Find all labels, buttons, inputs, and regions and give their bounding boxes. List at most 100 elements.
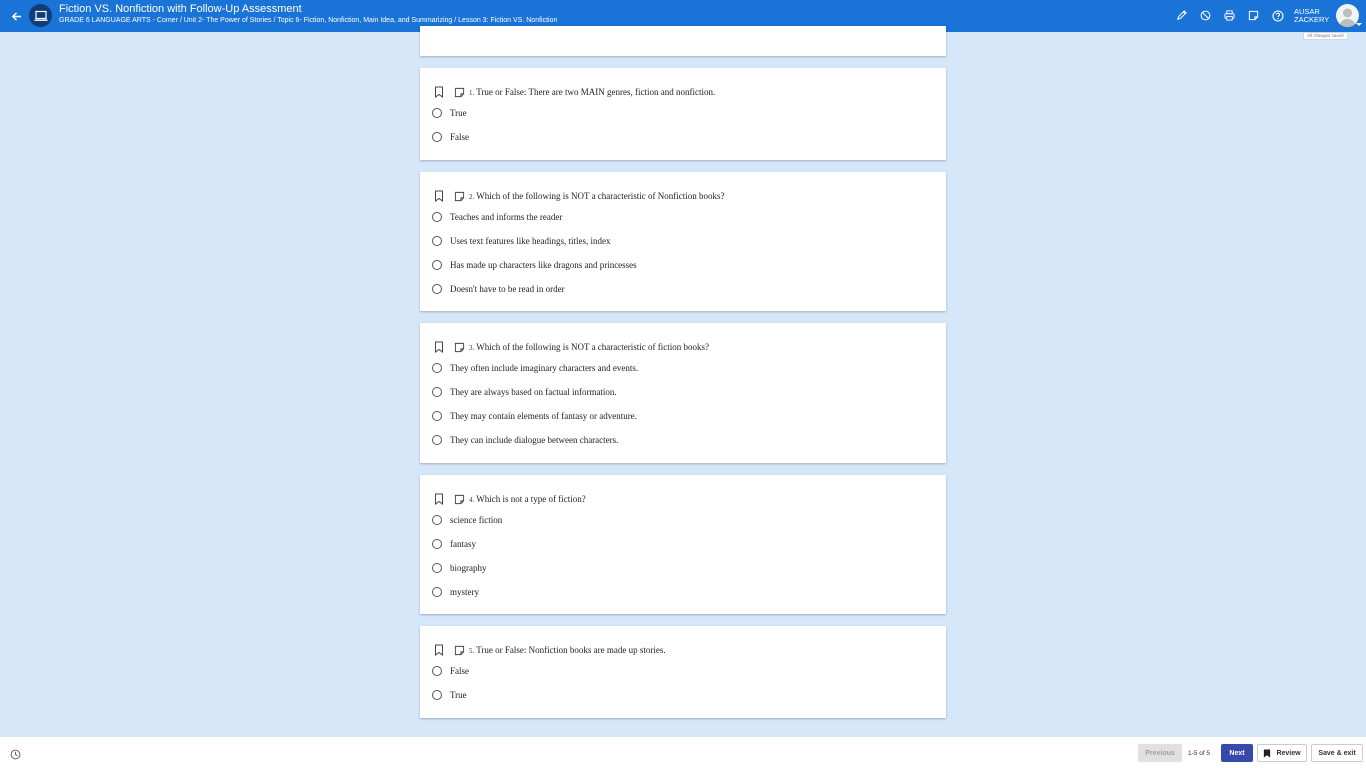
page-count: 1-5 of 5 [1188,750,1211,757]
answer-choice[interactable]: They may contain elements of fantasy or … [432,409,637,423]
radio-button[interactable] [432,563,442,573]
answer-choice[interactable]: They can include dialogue between charac… [432,433,618,447]
answer-choice-label: mystery [450,587,479,597]
page-title: Fiction VS. Nonfiction with Follow-Up As… [59,3,302,15]
answer-choice-label: Has made up characters like dragons and … [450,260,637,270]
print-icon[interactable] [1222,8,1237,23]
radio-button[interactable] [432,587,442,597]
radio-button[interactable] [432,284,442,294]
radio-button[interactable] [432,212,442,222]
question-header: 4. Which is not a type of fiction? [434,492,586,506]
answer-choice[interactable]: biography [432,561,487,575]
radio-button[interactable] [432,132,442,142]
answer-choice-label: They often include imaginary characters … [450,363,639,373]
review-button[interactable]: Review [1257,744,1307,762]
back-arrow-icon[interactable] [8,8,24,24]
clock-icon[interactable] [10,747,21,760]
answer-choice[interactable]: True [432,106,467,120]
question-card: 2. Which of the following is NOT a charac… [420,172,946,311]
answer-choice[interactable]: Doesn't have to be read in order [432,282,565,296]
answer-choice[interactable]: False [432,130,469,144]
answer-choice[interactable]: mystery [432,585,479,599]
bookmark-icon[interactable] [434,493,444,505]
answer-choice[interactable]: Teaches and informs the reader [432,210,562,224]
question-text: True or False: Nonfiction books are made… [476,645,666,655]
question-text: Which is not a type of fiction? [476,494,586,504]
answer-choice[interactable]: Uses text features like headings, titles… [432,234,610,248]
answer-choice[interactable]: They often include imaginary characters … [432,361,638,375]
question-header: 3. Which of the following is NOT a charac… [434,340,709,354]
block-icon[interactable] [1198,8,1213,23]
bookmark-icon[interactable] [434,341,444,353]
note-icon[interactable] [454,494,465,505]
answer-choice[interactable]: False [432,664,469,678]
radio-button[interactable] [432,411,442,421]
bookmark-icon[interactable] [434,190,444,202]
answer-choice-label: They can include dialogue between charac… [450,435,619,445]
answer-choice-label: They may contain elements of fantasy or … [450,411,637,421]
answer-choice-label: Teaches and informs the reader [450,212,563,222]
question-number: 4. [469,496,475,504]
question-header: 5. True or False: Nonfiction books are ma… [434,643,666,657]
question-number: 3. [469,344,475,352]
answer-choice[interactable]: fantasy [432,537,476,551]
radio-button[interactable] [432,539,442,549]
answer-choice-label: False [450,666,469,676]
bookmark-icon [1264,748,1271,758]
save-status-label: All changes saved [1303,32,1348,40]
review-label: Review [1276,749,1301,757]
radio-button[interactable] [432,236,442,246]
note-icon[interactable] [454,87,465,98]
footer-bar: Previous 1-5 of 5 Next Review Save & exi… [0,737,1366,768]
answer-choice-label: biography [450,563,487,573]
question-number: 1. [469,89,475,97]
question-card: 1. True or False: There are two MAIN genr… [420,68,946,160]
answer-choice-label: True [450,108,467,118]
chevron-down-icon[interactable] [1356,23,1362,26]
radio-button[interactable] [432,690,442,700]
answer-choice[interactable]: Has made up characters like dragons and … [432,258,637,272]
breadcrumb: GRADE 6 LANGUAGE ARTS - Comer / Unit 2- … [59,17,558,24]
answer-choice-label: They are always based on factual informa… [450,387,617,397]
user-name[interactable]: AUSAR ZACKERY [1294,8,1329,24]
note-icon[interactable] [1246,8,1261,23]
radio-button[interactable] [432,387,442,397]
question-card: 4. Which is not a type of fiction? science… [420,475,946,614]
previous-content-card [420,26,946,56]
pencil-icon[interactable] [1174,8,1189,23]
bookmark-icon[interactable] [434,86,444,98]
radio-button[interactable] [432,363,442,373]
note-icon[interactable] [454,645,465,656]
answer-choice-label: fantasy [450,539,476,549]
laptop-icon [29,4,52,27]
note-icon[interactable] [454,191,465,202]
question-card: 5. True or False: Nonfiction books are ma… [420,626,946,718]
question-text: Which of the following is NOT a characte… [476,191,725,201]
question-number: 2. [469,193,475,201]
answer-choice[interactable]: They are always based on factual informa… [432,385,617,399]
answer-choice-label: True [450,690,467,700]
question-text: True or False: There are two MAIN genres… [476,87,716,97]
radio-button[interactable] [432,515,442,525]
help-icon[interactable] [1270,8,1285,23]
answer-choice-label: science fiction [450,515,503,525]
question-card: 3. Which of the following is NOT a charac… [420,323,946,463]
radio-button[interactable] [432,108,442,118]
question-header: 2. Which of the following is NOT a charac… [434,189,725,203]
answer-choice[interactable]: True [432,688,467,702]
radio-button[interactable] [432,666,442,676]
question-text: Which of the following is NOT a characte… [476,342,710,352]
question-header: 1. True or False: There are two MAIN genr… [434,85,715,99]
previous-button[interactable]: Previous [1138,744,1182,762]
note-icon[interactable] [454,342,465,353]
answer-choice-label: False [450,132,469,142]
bookmark-icon[interactable] [434,644,444,656]
radio-button[interactable] [432,260,442,270]
question-number: 5. [469,647,475,655]
radio-button[interactable] [432,435,442,445]
answer-choice[interactable]: science fiction [432,513,502,527]
save-and-exit-button[interactable]: Save & exit [1311,744,1363,762]
answer-choice-label: Doesn't have to be read in order [450,284,565,294]
next-button[interactable]: Next [1221,744,1253,762]
answer-choice-label: Uses text features like headings, titles… [450,236,611,246]
